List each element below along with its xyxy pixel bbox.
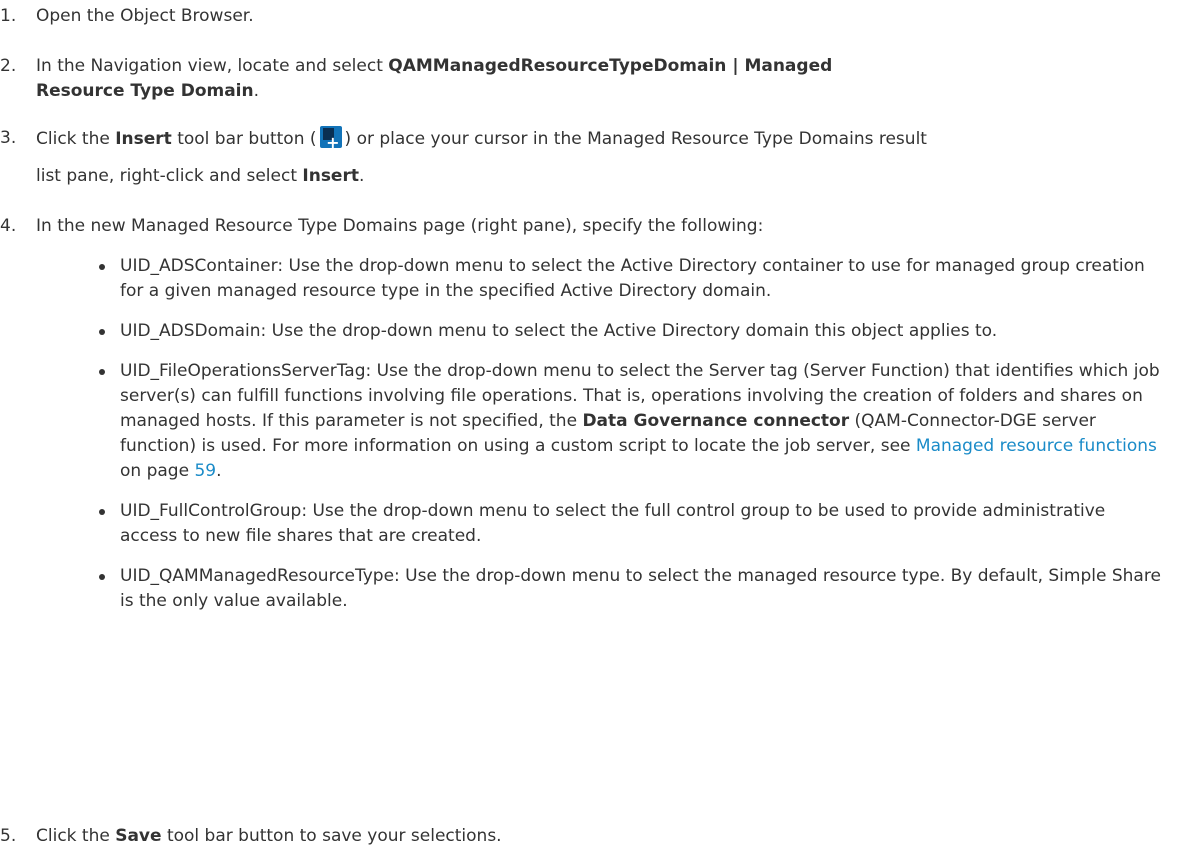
step-text: Click the Insert tool bar button (+) or … (36, 126, 1170, 152)
step-number: 2. (0, 56, 17, 76)
step-number: 1. (0, 6, 17, 26)
list-item: UID_QAMManagedResourceType: Use the drop… (96, 564, 1166, 614)
insert-icon: + (319, 126, 342, 152)
list-item: UID_FullControlGroup: Use the drop-down … (96, 499, 1166, 549)
step-text: In the new Managed Resource Type Domains… (36, 216, 764, 236)
parameter-list: UID_ADSContainer: Use the drop-down menu… (96, 254, 1166, 629)
bullet-dot (99, 264, 105, 270)
step-text: Click the Save tool bar button to save y… (36, 826, 502, 846)
step-number: 5. (0, 826, 17, 846)
step-text: In the Navigation view, locate and selec… (36, 56, 833, 101)
document-page: 1. Open the Object Browser. 2. In the Na… (0, 0, 1184, 848)
step-text: list pane, right-click and select Insert… (36, 166, 365, 186)
list-item: UID_ADSDomain: Use the drop-down menu to… (96, 319, 1166, 344)
save-label: Save (115, 826, 162, 846)
list-item: UID_ADSContainer: Use the drop-down menu… (96, 254, 1166, 304)
bullet-dot (99, 329, 105, 335)
bullet-dot (99, 509, 105, 515)
step-text: Open the Object Browser. (36, 6, 254, 26)
bullet-dot (99, 574, 105, 580)
page-number-link[interactable]: 59 (194, 461, 216, 481)
list-item: UID_FileOperationsServerTag: Use the dro… (96, 359, 1166, 484)
connector-name: Data Governance connector (582, 411, 850, 431)
step-number: 3. (0, 128, 17, 148)
insert-label: Insert (115, 129, 172, 149)
bullet-dot (99, 369, 105, 375)
step-number: 4. (0, 216, 17, 236)
insert-label: Insert (302, 166, 359, 186)
managed-resource-functions-link[interactable]: Managed resource functions (916, 436, 1157, 456)
